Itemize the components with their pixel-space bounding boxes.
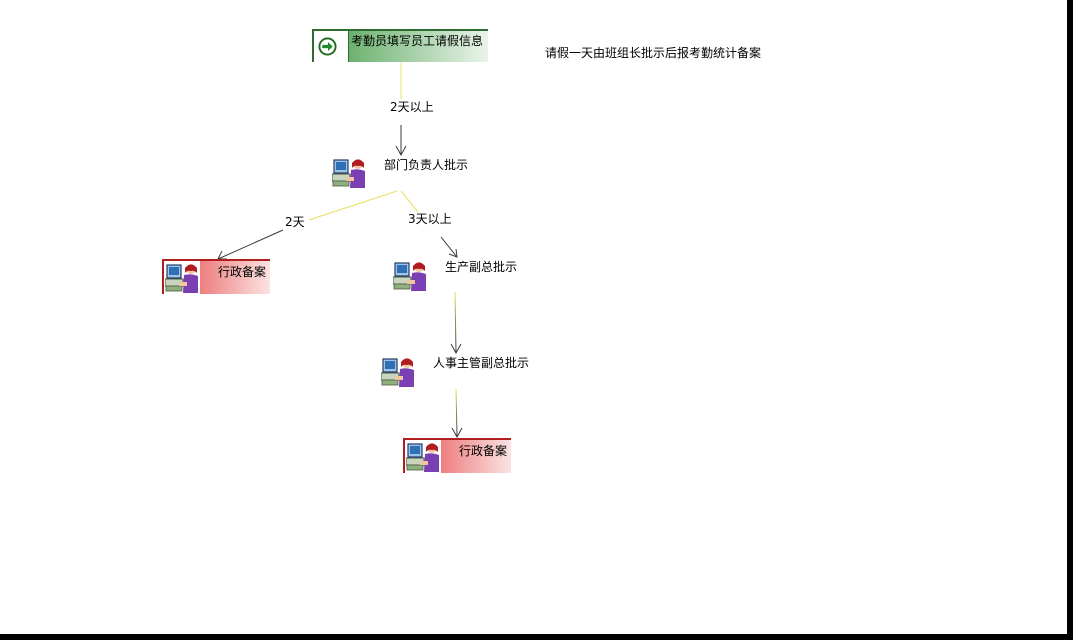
- edge-label-2days-plus: 2天以上: [390, 100, 434, 114]
- person-at-computer-icon: [165, 264, 198, 293]
- person-at-computer-icon: [406, 443, 439, 472]
- dept-head-node-icon[interactable]: [331, 157, 366, 189]
- person-at-computer-icon: [331, 159, 365, 188]
- admin-file-bottom-node[interactable]: 行政备案: [403, 438, 511, 473]
- admin-file-left-icon-box: [164, 261, 200, 294]
- prod-vp-label: 生产副总批示: [445, 260, 518, 274]
- edge-dept-to-prod: [400, 190, 419, 213]
- start-icon-box: [314, 31, 349, 62]
- edge-dept-to-admin: [308, 190, 398, 221]
- workflow-canvas: 2天以上 2天 3天以上 请假一天由班组长批示后报考勤统计备案 考勤员填写员工请…: [0, 0, 1067, 634]
- admin-file-left-label: 行政备案: [218, 265, 267, 279]
- flow-connectors: [217, 63, 463, 439]
- person-at-computer-icon: [380, 358, 414, 387]
- hr-vp-label: 人事主管副总批示: [433, 356, 530, 370]
- start-node-label: 考勤员填写员工请假信息: [351, 34, 484, 48]
- arrowhead-admin-left: [217, 250, 227, 260]
- edge-prod-to-hr: [454, 291, 457, 353]
- prod-vp-node-icon[interactable]: [392, 260, 427, 292]
- hr-vp-node-icon[interactable]: [380, 356, 415, 388]
- start-node[interactable]: 考勤员填写员工请假信息: [312, 29, 488, 62]
- admin-file-bottom-icon-box: [405, 440, 441, 473]
- go-arrow-icon: [318, 37, 337, 56]
- edge-label-2days: 2天: [285, 215, 305, 229]
- dept-head-label: 部门负责人批示: [384, 158, 469, 172]
- person-at-computer-icon: [392, 262, 426, 291]
- edge-label-3days-plus: 3天以上: [408, 212, 452, 226]
- edge-hr-to-admin: [455, 388, 458, 437]
- process-note: 请假一天由班组长批示后报考勤统计备案: [545, 46, 762, 60]
- edge-dept-to-admin-lower: [217, 229, 284, 260]
- admin-file-bottom-label: 行政备案: [459, 444, 508, 458]
- admin-file-left-node[interactable]: 行政备案: [162, 259, 270, 294]
